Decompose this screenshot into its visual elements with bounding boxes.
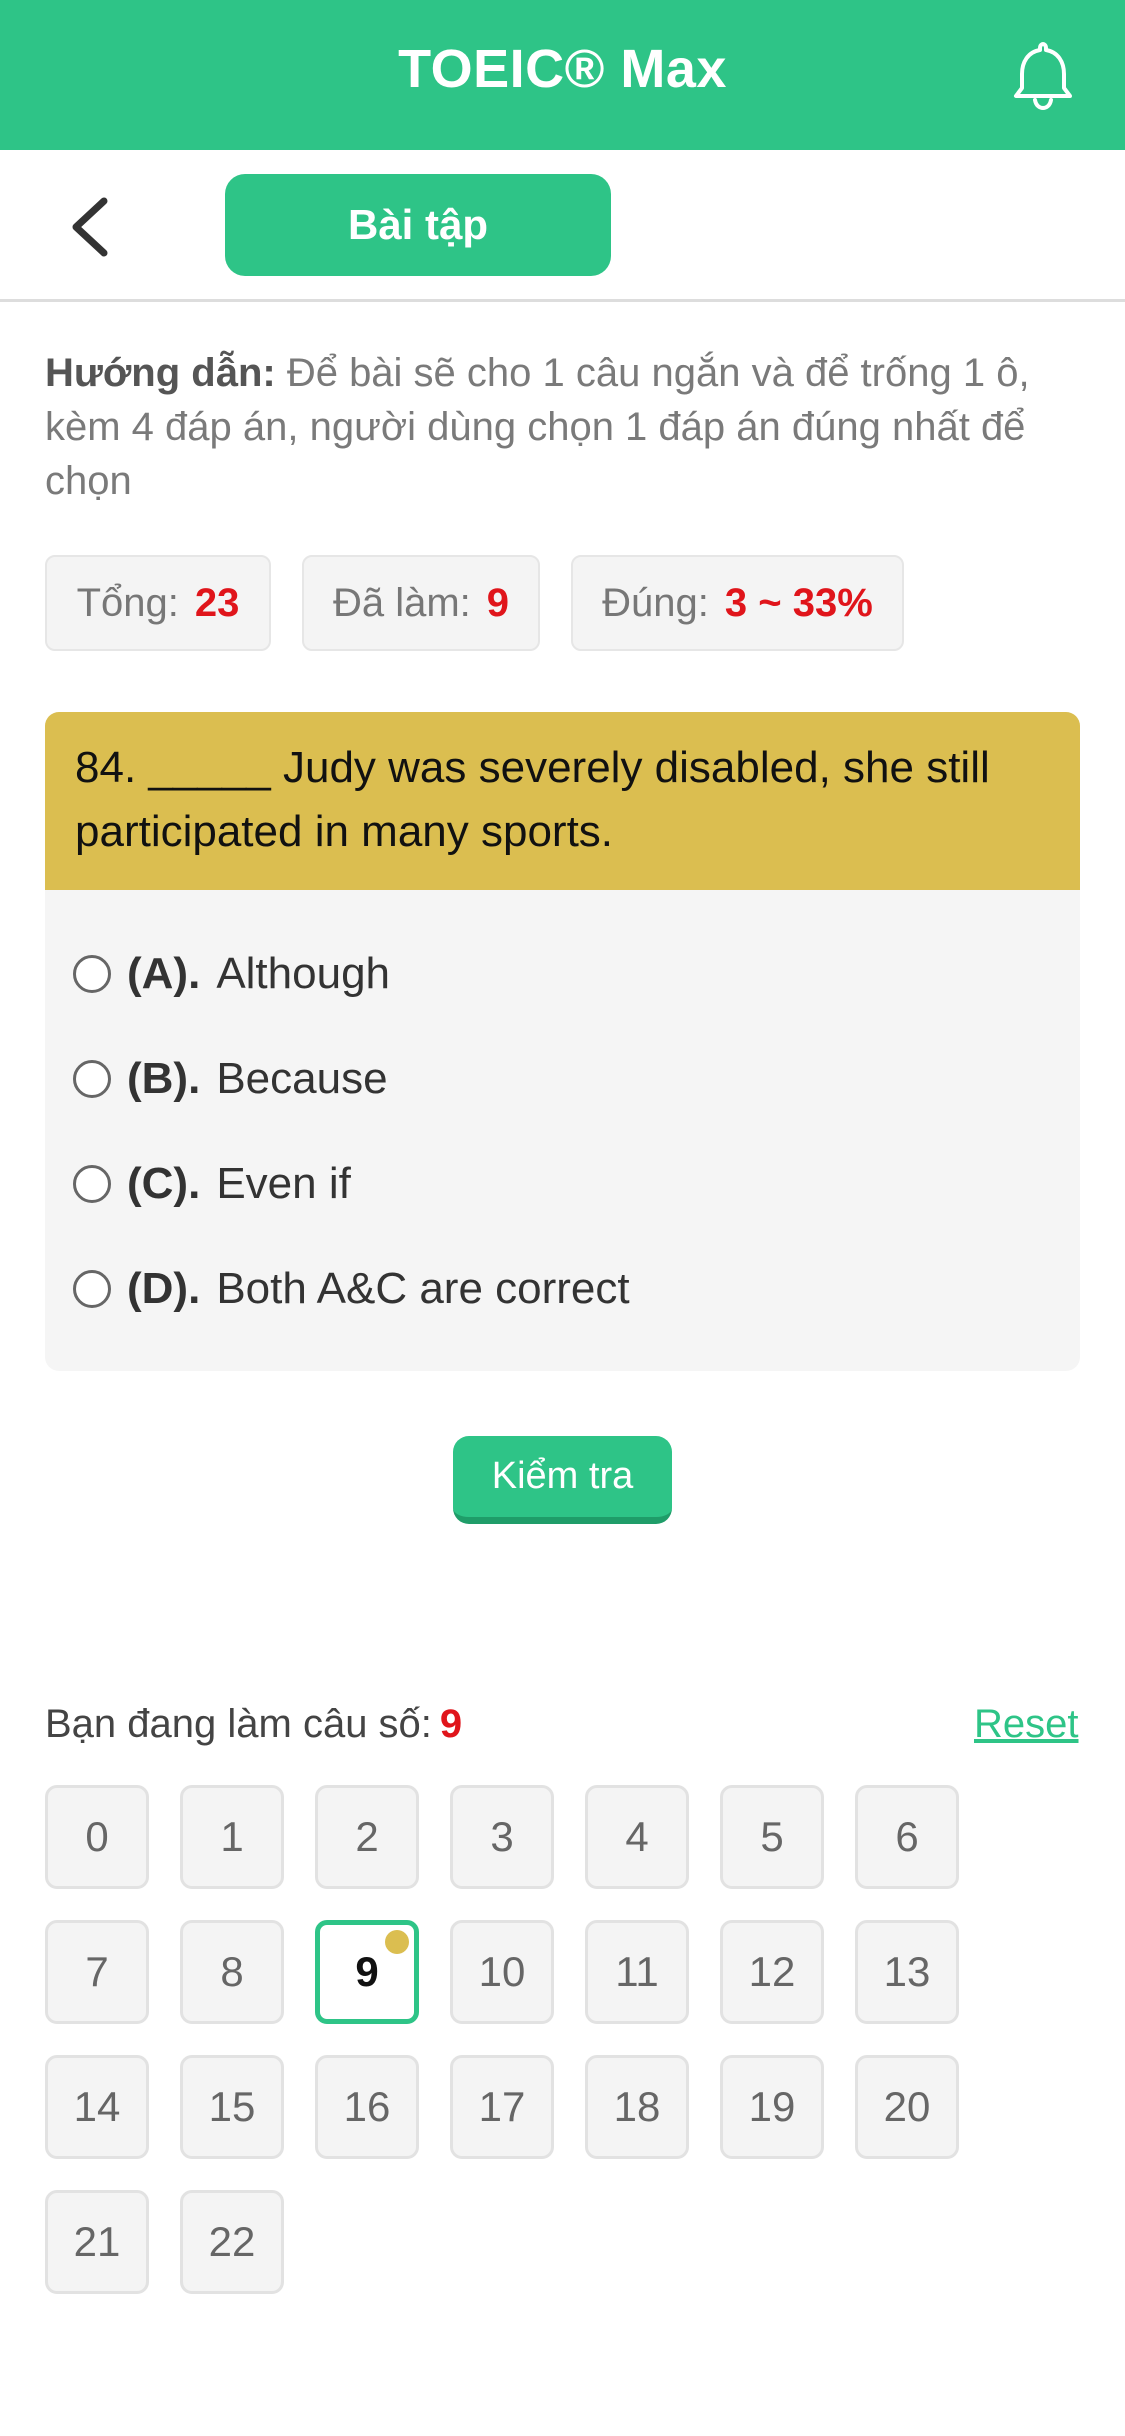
option-text: Even if bbox=[216, 1159, 351, 1208]
instructions-label: Hướng dẫn: bbox=[45, 351, 276, 395]
stat-total: Tổng: 23 bbox=[45, 555, 271, 651]
question-text: 84. _____ Judy was severely disabled, sh… bbox=[45, 712, 1080, 890]
progress-dot-icon bbox=[385, 1930, 409, 1954]
current-question: Bạn đang làm câu số: 9 bbox=[45, 1702, 462, 1747]
instructions: Hướng dẫn: Để bài sẽ cho 1 câu ngắn và đ… bbox=[45, 346, 1085, 508]
question-number-16[interactable]: 16 bbox=[315, 2055, 419, 2159]
option-label: (B). bbox=[127, 1054, 201, 1103]
option-label: (C). bbox=[127, 1159, 201, 1208]
stat-done-label: Đã làm: bbox=[332, 580, 471, 625]
question-number-0[interactable]: 0 bbox=[45, 1785, 149, 1889]
question-number-14[interactable]: 14 bbox=[45, 2055, 149, 2159]
question-card: 84. _____ Judy was severely disabled, sh… bbox=[45, 712, 1080, 1371]
app-title: TOEIC® Max bbox=[398, 39, 727, 99]
question-number-13[interactable]: 13 bbox=[855, 1920, 959, 2024]
question-number-10[interactable]: 10 bbox=[450, 1920, 554, 2024]
question-number-21[interactable]: 21 bbox=[45, 2190, 149, 2294]
bell-icon[interactable] bbox=[1008, 38, 1078, 112]
option-text: Because bbox=[216, 1054, 388, 1103]
question-number-4[interactable]: 4 bbox=[585, 1785, 689, 1889]
question-number-12[interactable]: 12 bbox=[720, 1920, 824, 2024]
question-number-20[interactable]: 20 bbox=[855, 2055, 959, 2159]
stat-correct-value: 3 ~ 33% bbox=[724, 580, 873, 625]
question-number-18[interactable]: 18 bbox=[585, 2055, 689, 2159]
option-d[interactable]: (D). Both A&C are correct bbox=[73, 1259, 630, 1319]
option-b[interactable]: (B). Because bbox=[73, 1049, 388, 1109]
option-label: (A). bbox=[127, 949, 201, 998]
check-button[interactable]: Kiểm tra bbox=[453, 1436, 672, 1524]
question-number-11[interactable]: 11 bbox=[585, 1920, 689, 2024]
question-number-15[interactable]: 15 bbox=[180, 2055, 284, 2159]
current-question-number: 9 bbox=[439, 1702, 463, 1746]
question-number-2[interactable]: 2 bbox=[315, 1785, 419, 1889]
question-number-22[interactable]: 22 bbox=[180, 2190, 284, 2294]
option-c[interactable]: (C). Even if bbox=[73, 1154, 351, 1214]
stat-done: Đã làm: 9 bbox=[302, 555, 540, 651]
option-text: Although bbox=[216, 949, 391, 998]
radio-icon[interactable] bbox=[73, 1270, 111, 1308]
app-header: TOEIC® Max bbox=[0, 0, 1125, 150]
stat-correct: Đúng: 3 ~ 33% bbox=[571, 555, 904, 651]
stat-correct-label: Đúng: bbox=[602, 580, 709, 625]
question-number-6[interactable]: 6 bbox=[855, 1785, 959, 1889]
question-number-9[interactable]: 9 bbox=[315, 1920, 419, 2024]
question-number-5[interactable]: 5 bbox=[720, 1785, 824, 1889]
stat-done-value: 9 bbox=[486, 580, 510, 625]
question-number-8[interactable]: 8 bbox=[180, 1920, 284, 2024]
option-a[interactable]: (A). Although bbox=[73, 944, 390, 1004]
question-number-17[interactable]: 17 bbox=[450, 2055, 554, 2159]
stat-total-value: 23 bbox=[194, 580, 240, 625]
radio-icon[interactable] bbox=[73, 1165, 111, 1203]
radio-icon[interactable] bbox=[73, 1060, 111, 1098]
chevron-left-icon[interactable] bbox=[62, 195, 118, 259]
reset-link[interactable]: Reset bbox=[974, 1702, 1079, 1747]
sub-header: Bài tập bbox=[0, 150, 1125, 302]
question-number-1[interactable]: 1 bbox=[180, 1785, 284, 1889]
radio-icon[interactable] bbox=[73, 955, 111, 993]
option-text: Both A&C are correct bbox=[216, 1264, 630, 1313]
option-label: (D). bbox=[127, 1264, 201, 1313]
stat-total-label: Tổng: bbox=[76, 580, 179, 625]
question-number-7[interactable]: 7 bbox=[45, 1920, 149, 2024]
question-number-19[interactable]: 19 bbox=[720, 2055, 824, 2159]
current-question-label: Bạn đang làm câu số: bbox=[45, 1702, 432, 1746]
question-number-3[interactable]: 3 bbox=[450, 1785, 554, 1889]
tab-exercise[interactable]: Bài tập bbox=[225, 174, 611, 276]
